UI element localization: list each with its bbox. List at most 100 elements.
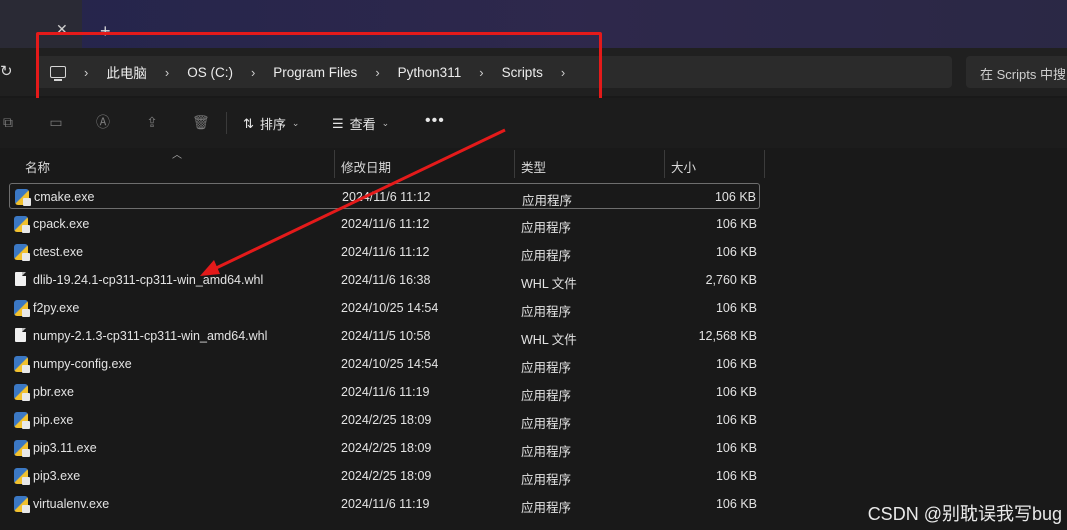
column-divider[interactable] xyxy=(764,150,765,178)
share-icon[interactable]: ⇪ xyxy=(144,114,160,130)
file-row[interactable]: pbr.exe 2024/11/6 11:19 应用程序 106 KB xyxy=(9,379,760,405)
file-date: 2024/11/6 11:19 xyxy=(341,497,430,511)
search-placeholder: 在 Scripts 中搜 xyxy=(980,67,1066,82)
file-type: 应用程序 xyxy=(522,194,573,208)
python-exe-icon xyxy=(14,412,30,429)
file-size: 106 KB xyxy=(715,217,757,231)
view-label: 查看 xyxy=(349,117,376,132)
column-header-type[interactable]: 类型 xyxy=(521,157,546,176)
file-type: WHL 文件 xyxy=(521,277,577,291)
file-date: 2024/2/25 18:09 xyxy=(341,441,432,455)
file-type: 应用程序 xyxy=(521,221,572,235)
sort-button[interactable]: ⇅ 排序 ⌄ xyxy=(243,114,299,133)
column-divider[interactable] xyxy=(334,150,335,178)
file-size: 106 KB xyxy=(715,245,757,259)
file-name: pip3.11.exe xyxy=(33,441,97,455)
file-name: pbr.exe xyxy=(33,385,75,399)
file-size: 12,568 KB xyxy=(698,329,757,343)
view-button[interactable]: ☰ 查看 ⌄ xyxy=(332,114,389,133)
column-header-date[interactable]: 修改日期 xyxy=(341,157,391,176)
file-size: 2,760 KB xyxy=(705,273,757,287)
chevron-down-icon: ⌄ xyxy=(381,118,390,128)
file-type: 应用程序 xyxy=(521,417,572,431)
file-date: 2024/11/6 11:19 xyxy=(341,385,430,399)
file-row[interactable]: pip3.11.exe 2024/2/25 18:09 应用程序 106 KB xyxy=(9,435,760,461)
paste-icon[interactable]: ▭ xyxy=(48,114,64,130)
file-name: cmake.exe xyxy=(34,190,95,204)
file-date: 2024/11/6 11:12 xyxy=(342,190,431,204)
delete-icon[interactable]: 🗑︎ xyxy=(192,114,210,130)
file-date: 2024/10/25 14:54 xyxy=(341,357,439,371)
file-type: 应用程序 xyxy=(521,473,572,487)
python-exe-icon xyxy=(14,384,30,401)
file-size: 106 KB xyxy=(715,497,757,511)
file-name: numpy-2.1.3-cp311-cp311-win_amd64.whl xyxy=(33,329,268,343)
file-type: WHL 文件 xyxy=(521,333,577,347)
file-date: 2024/11/6 11:12 xyxy=(341,245,430,259)
file-type: 应用程序 xyxy=(521,445,572,459)
file-size: 106 KB xyxy=(715,441,757,455)
file-name: pip3.exe xyxy=(33,469,81,483)
file-date: 2024/2/25 18:09 xyxy=(341,413,432,427)
file-date: 2024/11/6 11:12 xyxy=(341,217,430,231)
annotation-highlight-box xyxy=(36,32,602,108)
file-date: 2024/10/25 14:54 xyxy=(341,301,439,315)
python-exe-icon xyxy=(14,468,30,485)
file-name: ctest.exe xyxy=(33,245,84,259)
file-row[interactable]: numpy-config.exe 2024/10/25 14:54 应用程序 106 … xyxy=(9,351,760,377)
python-exe-icon xyxy=(14,356,30,373)
watermark: CSDN @别耽误我写bug xyxy=(867,504,1062,524)
chevron-down-icon: ⌄ xyxy=(291,118,300,128)
file-size: 106 KB xyxy=(715,469,757,483)
sort-icon: ⇅ xyxy=(243,115,254,131)
file-name: virtualenv.exe xyxy=(33,497,110,511)
toolbar-divider xyxy=(226,112,227,134)
refresh-icon[interactable]: ↻ xyxy=(0,62,13,80)
file-icon xyxy=(15,328,26,342)
file-row[interactable]: dlib-19.24.1-cp311-cp311-win_amd64.whl 20… xyxy=(9,267,760,293)
file-type: 应用程序 xyxy=(521,305,572,319)
python-exe-icon xyxy=(14,440,30,457)
file-row[interactable]: pip.exe 2024/2/25 18:09 应用程序 106 KB xyxy=(9,407,760,433)
sort-label: 排序 xyxy=(259,117,286,132)
file-size: 106 KB xyxy=(715,385,757,399)
file-date: 2024/2/25 18:09 xyxy=(341,469,432,483)
file-row[interactable]: cpack.exe 2024/11/6 11:12 应用程序 106 KB xyxy=(9,211,760,237)
file-name: pip.exe xyxy=(33,413,74,427)
python-exe-icon xyxy=(14,216,30,233)
sort-caret-icon: ︿ xyxy=(172,150,182,161)
file-type: 应用程序 xyxy=(521,249,572,263)
python-exe-icon xyxy=(15,189,31,206)
file-type: 应用程序 xyxy=(521,501,572,515)
file-name: f2py.exe xyxy=(33,301,80,315)
file-size: 106 KB xyxy=(714,190,756,204)
column-divider[interactable] xyxy=(514,150,515,178)
file-row[interactable]: f2py.exe 2024/10/25 14:54 应用程序 106 KB xyxy=(9,295,760,321)
command-bar xyxy=(0,98,1067,148)
file-row[interactable]: ctest.exe 2024/11/6 11:12 应用程序 106 KB xyxy=(9,239,760,265)
file-name: numpy-config.exe xyxy=(33,357,132,371)
python-exe-icon xyxy=(14,244,30,261)
file-name: cpack.exe xyxy=(33,217,90,231)
file-row[interactable]: cmake.exe 2024/11/6 11:12 应用程序 106 KB xyxy=(9,183,760,209)
file-row[interactable]: virtualenv.exe 2024/11/6 11:19 应用程序 106 KB xyxy=(9,491,760,517)
python-exe-icon xyxy=(14,300,30,317)
file-name: dlib-19.24.1-cp311-cp311-win_amd64.whl xyxy=(33,273,264,287)
file-size: 106 KB xyxy=(715,357,757,371)
file-row[interactable]: numpy-2.1.3-cp311-cp311-win_amd64.whl 202… xyxy=(9,323,760,349)
copy-icon[interactable]: ⧉ xyxy=(0,114,16,130)
file-date: 2024/11/6 16:38 xyxy=(341,273,431,287)
file-icon xyxy=(15,272,26,286)
file-row[interactable]: pip3.exe 2024/2/25 18:09 应用程序 106 KB xyxy=(9,463,760,489)
column-header-size[interactable]: 大小 xyxy=(671,157,696,176)
more-options-button[interactable]: ••• xyxy=(425,112,445,130)
column-divider[interactable] xyxy=(664,150,665,178)
file-type: 应用程序 xyxy=(521,361,572,375)
rename-icon[interactable]: Ⓐ xyxy=(95,114,111,130)
file-size: 106 KB xyxy=(715,413,757,427)
python-exe-icon xyxy=(14,496,30,513)
file-date: 2024/11/5 10:58 xyxy=(341,329,431,343)
view-icon: ☰ xyxy=(332,115,344,131)
file-type: 应用程序 xyxy=(521,389,572,403)
column-header-name[interactable]: 名称 xyxy=(25,157,50,176)
